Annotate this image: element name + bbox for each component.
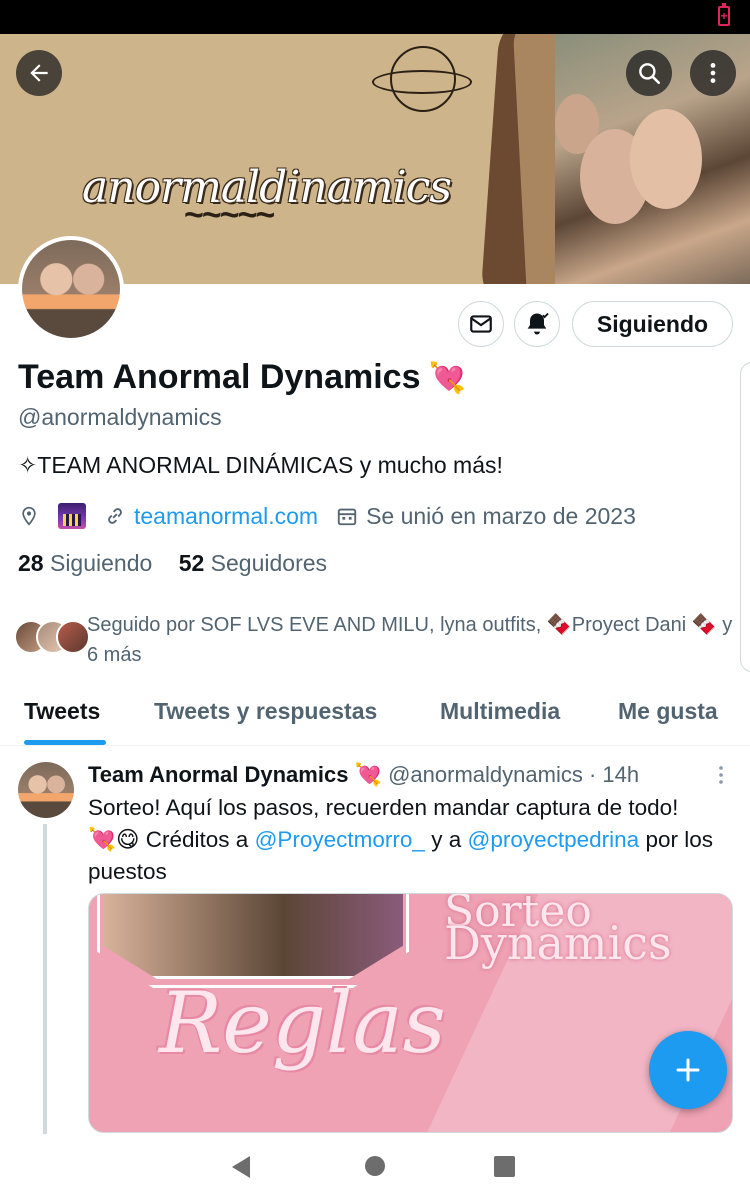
banner-squiggle: ~~~~~ — [184, 196, 275, 234]
joined-date: Se unió en marzo de 2023 — [366, 502, 636, 529]
media-title-line2: Dynamics — [444, 916, 672, 970]
mention-link[interactable]: @proyectpedrina — [468, 827, 640, 852]
display-name-text: Team Anormal Dynamics — [18, 358, 421, 396]
arrow-left-icon — [30, 64, 48, 82]
display-name: Team Anormal Dynamics 💘 — [18, 358, 466, 397]
heart-arrow-emoji: 💘 — [428, 362, 466, 395]
followers-count-link[interactable]: 52 Seguidores — [179, 550, 327, 576]
plus-icon — [676, 1058, 700, 1082]
mention-link[interactable]: @Proyectmorro_ — [255, 827, 425, 852]
calendar-icon — [336, 505, 358, 527]
tweet-handle-time: @anormaldynamics · 14h — [388, 762, 640, 787]
more-vertical-icon — [710, 63, 716, 83]
following-label: Siguiendo — [49, 550, 153, 576]
tweet-emojis: 💘😋 — [88, 827, 140, 852]
active-tab-indicator — [24, 740, 106, 745]
tweet-header: Team Anormal Dynamics 💘 @anormaldynamics… — [88, 762, 639, 788]
profile-tabs: Tweets Tweets y respuestas Multimedia Me… — [0, 690, 750, 746]
back-button[interactable] — [16, 50, 62, 96]
battery-charging-icon: + — [718, 3, 730, 26]
edge-panel-handle[interactable] — [740, 362, 750, 672]
profile-bio: ✧TEAM ANORMAL DINÁMICAS y mucho más! — [18, 452, 503, 478]
banner-face — [630, 109, 702, 209]
bell-check-icon — [527, 312, 549, 335]
tab-tweets-replies[interactable]: Tweets y respuestas — [154, 698, 377, 725]
media-label: Reglas — [159, 974, 446, 1072]
city-night-emoji — [58, 503, 86, 529]
notifications-button[interactable] — [514, 301, 560, 347]
followers-label: Seguidores — [210, 550, 328, 576]
tweet-text-line: Sorteo! Aquí los pasos, recuerden mandar… — [88, 795, 679, 820]
avatar — [56, 620, 90, 654]
tweet-text-part: y a — [431, 827, 462, 852]
website-link[interactable]: teamanormal.com — [134, 503, 318, 530]
followed-by-text[interactable]: Seguido por SOF LVS EVE AND MILU, lyna o… — [87, 610, 737, 670]
following-count: 28 — [18, 550, 44, 576]
tweet-text-part: Créditos a — [145, 827, 249, 852]
follow-counts: 28 Siguiendo 52 Seguidores — [18, 550, 327, 577]
more-options-button[interactable] — [690, 50, 736, 96]
heart-arrow-emoji: 💘 — [354, 762, 382, 787]
following-count-link[interactable]: 28 Siguiendo — [18, 550, 152, 576]
tweet-more-button[interactable] — [716, 764, 726, 786]
link-icon — [104, 505, 126, 527]
envelope-icon — [470, 315, 492, 333]
compose-tweet-button[interactable] — [649, 1031, 727, 1109]
message-button[interactable] — [458, 301, 504, 347]
nav-back-icon[interactable] — [232, 1156, 250, 1178]
following-button[interactable]: Siguiendo — [572, 301, 733, 347]
search-icon — [639, 63, 661, 85]
tab-media[interactable]: Multimedia — [440, 698, 560, 725]
system-navigation-bar — [0, 1134, 750, 1200]
more-vertical-icon — [719, 766, 723, 784]
tweet-author-avatar[interactable] — [18, 762, 74, 818]
tweet-author-name[interactable]: Team Anormal Dynamics — [88, 762, 348, 787]
thread-line — [43, 824, 47, 1134]
tweet-media-image[interactable]: Sorteo Dynamics Reglas — [88, 893, 733, 1133]
followed-by-avatars[interactable] — [14, 620, 90, 656]
profile-avatar[interactable] — [18, 236, 124, 342]
planet-graphic — [390, 46, 456, 112]
tab-tweets[interactable]: Tweets — [24, 698, 100, 725]
nav-recents-icon[interactable] — [494, 1156, 515, 1177]
tweet-text: Sorteo! Aquí los pasos, recuerden mandar… — [88, 792, 733, 888]
profile-handle: @anormaldynamics — [18, 404, 222, 430]
location-pin-icon — [18, 505, 40, 527]
profile-meta: teamanormal.com Se unió en marzo de 2023 — [18, 500, 636, 532]
status-bar: + — [0, 0, 750, 34]
tab-likes[interactable]: Me gusta — [618, 698, 718, 725]
nav-home-icon[interactable] — [365, 1156, 385, 1176]
followers-count: 52 — [178, 550, 205, 576]
search-button[interactable] — [626, 50, 672, 96]
